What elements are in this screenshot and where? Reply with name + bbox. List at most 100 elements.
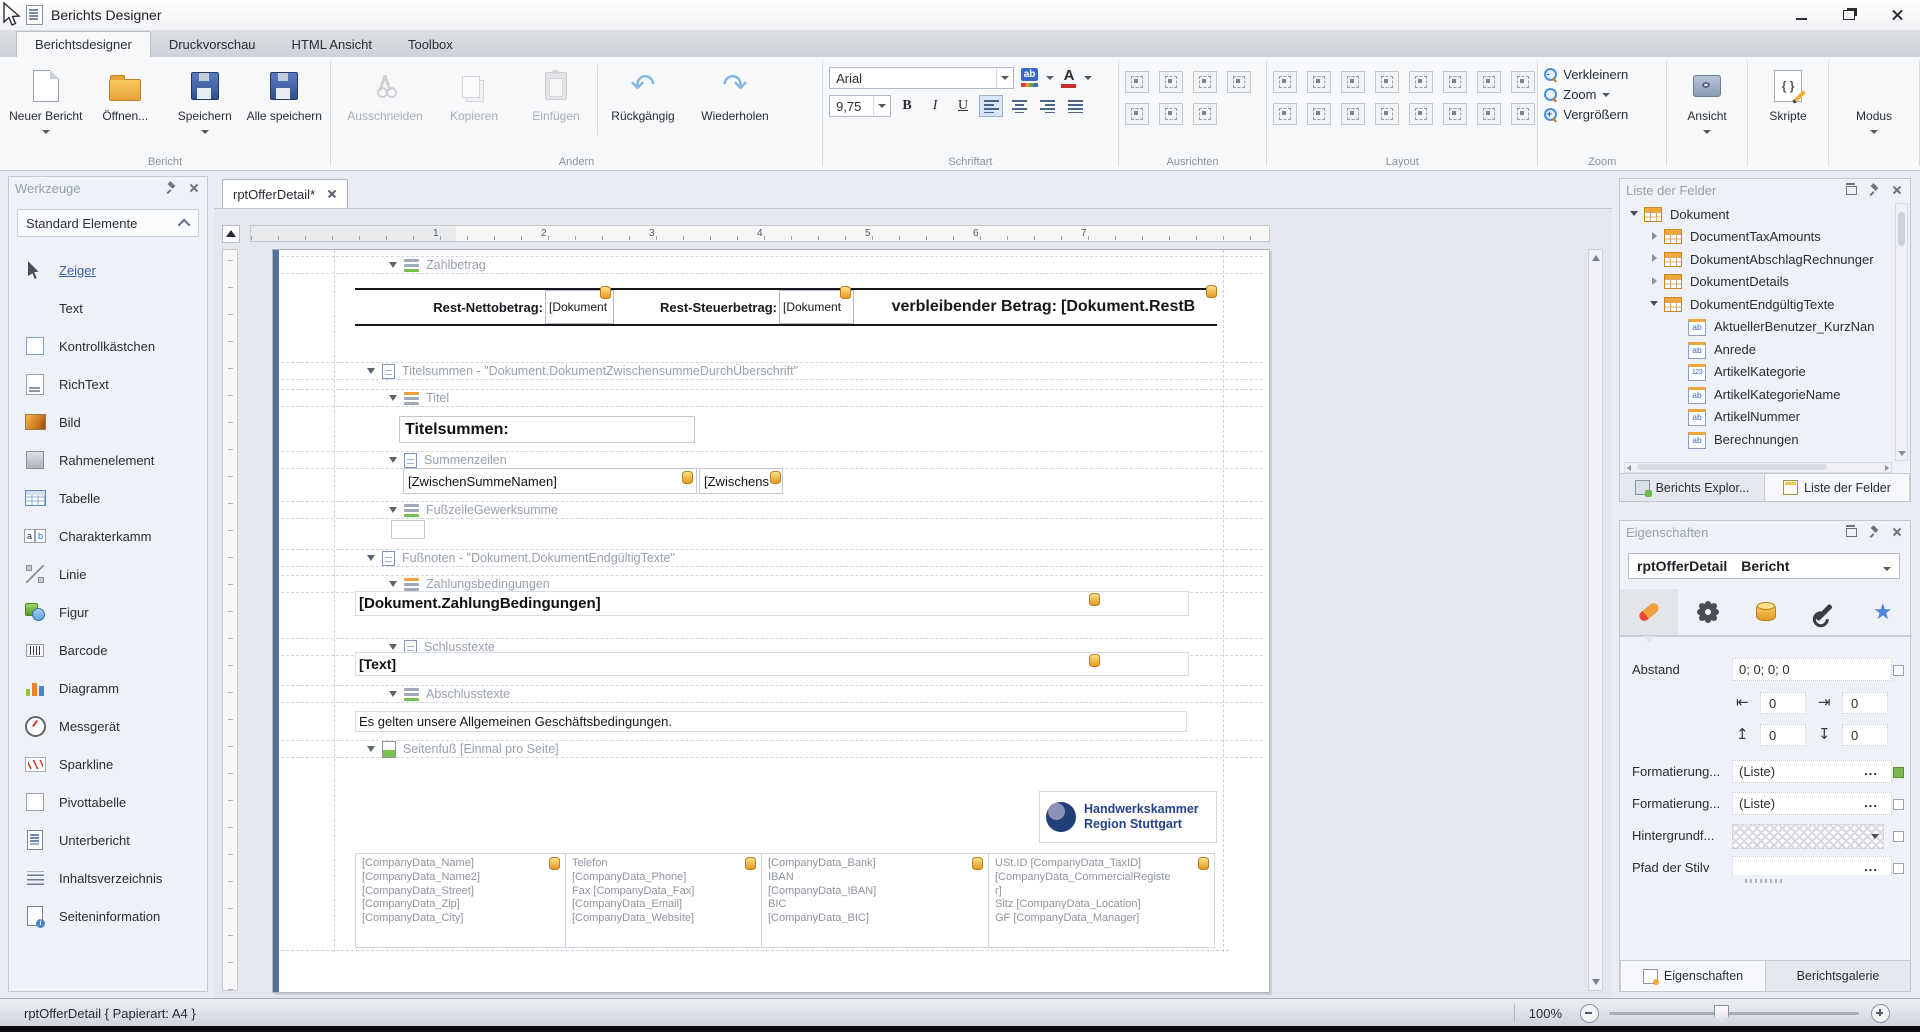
field-tree-item[interactable]: DokumentAbschlagRechnunger [1622,248,1894,271]
scrollbar-thumb[interactable] [1898,212,1905,246]
band-zahlbetrag[interactable]: Zahlbetrag [281,256,1263,274]
collapse-icon[interactable] [389,395,397,401]
scrollbar-thumb[interactable] [1637,464,1827,470]
splitter-handle[interactable] [1745,879,1785,883]
modus-button[interactable]: Modus [1835,61,1913,137]
underline-button[interactable]: U [951,95,975,117]
zoom-button[interactable]: Zoom [1544,87,1628,102]
collapse-icon[interactable] [367,746,375,752]
paste-button[interactable]: Einfügen [515,61,597,123]
band-summenzeilen[interactable]: Summenzeilen [281,451,1263,469]
object-selector-combo[interactable]: rptOfferDetail Bericht [1628,553,1900,579]
band-fusszeile-gewerksumme[interactable]: FußzeileGewerksumme [281,501,1263,519]
tab-design[interactable] [1795,589,1853,635]
close-button[interactable] [1886,6,1908,24]
collapse-icon[interactable] [389,691,397,697]
undo-button[interactable]: ↶ Rückgängig [598,61,688,123]
tab-berichts-explorer[interactable]: Berichts Explor... [1620,474,1764,501]
zoom-out-button[interactable]: -Verkleinern [1544,67,1628,82]
pad-top-field[interactable]: 0 [1760,724,1806,746]
open-button[interactable]: Öffnen... [86,61,166,123]
align-center-button[interactable] [1007,95,1031,117]
agb-textbox[interactable]: Es gelten unsere Allgemeinen Geschäftsbe… [355,711,1187,732]
tab-data[interactable] [1737,589,1795,635]
tree-expander-icon[interactable] [1630,209,1640,219]
collapse-icon[interactable] [389,457,397,463]
cell-rest-nettobetrag[interactable]: Rest-Nettobetrag: [397,290,543,324]
font-color-button[interactable]: A [1058,67,1080,89]
toolbox-item[interactable]: Figur [9,593,207,631]
ellipsis-button[interactable]: ... [1864,859,1878,874]
document-tab[interactable]: rptOfferDetail* [222,179,348,208]
tab-behavior[interactable] [1678,589,1736,635]
align-tool-button[interactable] [1227,71,1251,93]
canvas-vertical-scrollbar[interactable] [1588,249,1603,991]
layout-tool-button[interactable] [1307,71,1331,93]
close-icon[interactable] [327,189,337,199]
collapse-icon[interactable] [389,644,397,650]
layout-tool-button[interactable] [1341,71,1365,93]
bold-button[interactable]: B [895,95,919,117]
company-data-table[interactable]: [CompanyData_Name][CompanyData_Name2][Co… [355,853,1215,948]
band-titelsummen[interactable]: Titelsummen - "Dokument.DokumentZwischen… [281,362,1263,380]
pin-icon[interactable] [1868,183,1882,197]
collapse-icon[interactable] [367,555,375,561]
align-left-button[interactable] [979,95,1003,117]
ribbon-tab[interactable]: HTML Ansicht [274,32,390,57]
tree-expander-icon[interactable] [1650,299,1660,309]
minimize-button[interactable] [1790,6,1812,24]
field-list-horizontal-scrollbar[interactable] [1624,462,1892,473]
ribbon-tab[interactable]: Toolbox [390,32,471,57]
field-tree-item[interactable]: ArtikelKategorie [1622,361,1894,384]
band-fussnoten[interactable]: Fußnoten - "Dokument.DokumentEndgültigTe… [281,549,1263,567]
cell-verbleibender-betrag[interactable]: verbleibender Betrag: [863,290,1057,324]
toolbox-item[interactable]: Bild [9,403,207,441]
skripte-button[interactable]: { } Skripte [1754,61,1822,123]
ruler-corner-button[interactable] [222,225,240,243]
ribbon-tab[interactable]: Berichtsdesigner [16,31,151,57]
maximize-icon[interactable] [1846,186,1857,195]
pin-icon[interactable] [165,181,179,195]
field-tree-item[interactable]: Anrede [1622,338,1894,361]
pad-right-field[interactable]: 0 [1842,692,1888,714]
band-abschlusstexte[interactable]: Abschlusstexte [281,685,1263,703]
layout-tool-button[interactable] [1341,103,1365,125]
toolbox-item[interactable]: Kontrollkästchen [9,327,207,365]
collapse-icon[interactable] [389,262,397,268]
align-tool-button[interactable] [1193,71,1217,93]
hintergrund-value-field[interactable] [1732,824,1884,849]
property-checkbox[interactable] [1893,665,1904,676]
align-tool-button[interactable] [1159,71,1183,93]
layout-tool-button[interactable] [1443,71,1467,93]
empty-field[interactable] [391,520,425,539]
field-tree-item[interactable]: DokumentDetails [1622,271,1894,294]
field-tree-item[interactable]: Dokument [1622,203,1894,226]
zahlungsbedingungen-field[interactable]: [Dokument.ZahlungBedingungen] [355,591,1189,616]
close-icon[interactable] [187,181,201,195]
cell-dokument-steuer[interactable]: [Dokument [779,290,854,324]
tree-expander-icon[interactable] [1650,232,1660,242]
toolbox-item[interactable]: Text [9,289,207,327]
zwischensumme-name-field[interactable]: [ZwischenSummeNamen] [403,468,697,494]
company-table-col2[interactable]: Telefon[CompanyData_Phone]Fax [CompanyDa… [565,853,761,948]
toolbox-item[interactable]: Sparkline [9,745,207,783]
company-table-col4[interactable]: USt.ID [CompanyData_TaxID][CompanyData_C… [988,853,1215,948]
toolbox-section-header[interactable]: Standard Elemente [17,209,199,237]
zoom-out-button[interactable] [1580,1004,1599,1023]
pin-icon[interactable] [1868,525,1882,539]
toolbox-item[interactable]: Charakterkamm [9,517,207,555]
ansicht-button[interactable]: Ansicht [1673,61,1741,137]
toolbox-item[interactable]: Rahmenelement [9,441,207,479]
layout-tool-button[interactable] [1273,103,1297,125]
align-tool-button[interactable] [1193,103,1217,125]
pad-bottom-field[interactable]: 0 [1842,724,1888,746]
align-tool-button[interactable] [1125,103,1149,125]
property-checkbox[interactable] [1893,799,1904,810]
zoom-in-button[interactable] [1871,1004,1890,1023]
layout-tool-button[interactable] [1375,71,1399,93]
titelsummen-textbox[interactable]: Titelsummen: [399,416,695,443]
ellipsis-button[interactable]: ... [1864,795,1878,810]
cut-button[interactable]: Ausschneiden [337,61,433,123]
collapse-icon[interactable] [367,368,375,374]
highlight-color-button[interactable]: ab [1018,67,1042,89]
